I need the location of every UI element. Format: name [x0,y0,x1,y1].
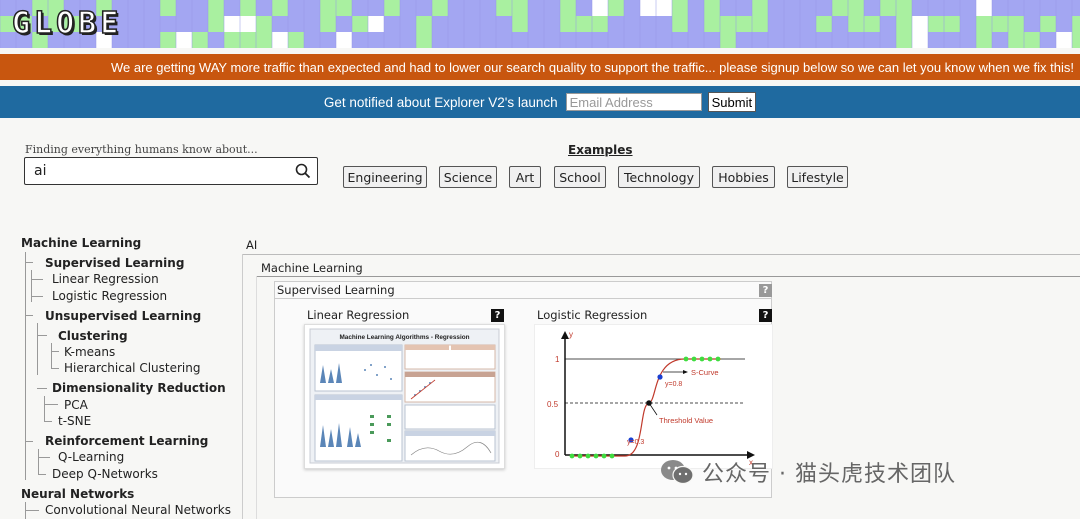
tree-item-k-means[interactable]: K-means [64,345,115,359]
wechat-watermark: 公众号 · 猫头虎技术团队 [660,456,956,488]
logistic-regression-card-image[interactable]: y x 1 0.5 0 y=0.3 y=0.8 S-Curve Threshol… [534,324,773,469]
y08-label: y=0.8 [665,381,682,388]
tree-item-linear-regression[interactable]: Linear Regression [52,272,159,286]
search-hint: Finding everything humans know about... [25,143,258,156]
example-lifestyle-button[interactable]: Lifestyle [787,166,848,188]
notify-text: Get notified about Explorer V2's launch [323,94,558,110]
y03-label: y=0.3 [627,439,644,446]
search-value[interactable]: ai [34,163,295,179]
example-school-button[interactable]: School [554,166,606,188]
wechat-icon [661,460,694,485]
root-divider [242,254,1080,255]
threshold-label: Threshold Value [659,416,713,425]
email-input[interactable] [565,93,702,111]
search-icon[interactable] [295,163,311,179]
tree-item-neural-networks[interactable]: Neural Networks [21,487,134,501]
tree-item-hierarchical-clustering[interactable]: Hierarchical Clustering [64,361,200,375]
watermark-text: 公众号 · 猫头虎技术团队 [702,462,956,487]
tree-item-dimensionality-reduction[interactable]: Dimensionality Reduction [52,381,226,395]
infographic-title: Machine Learning Algorithms - Regression [339,334,469,341]
linear-regression-card-image[interactable]: Machine Learning Algorithms - Regression [304,324,505,469]
y-axis-label: y [569,330,573,339]
tree-item-deep-q-networks[interactable]: Deep Q-Networks [52,467,158,481]
tree-item-clustering[interactable]: Clustering [58,329,128,343]
example-engineering-button[interactable]: Engineering [343,166,427,188]
card-title-linear-regression[interactable]: Linear Regression [307,308,409,322]
tree-item-reinforcement-learning[interactable]: Reinforcement Learning [45,434,208,448]
example-science-button[interactable]: Science [439,166,497,188]
tree-item-unsupervised-learning[interactable]: Unsupervised Learning [45,309,201,323]
example-hobbies-button[interactable]: Hobbies [712,166,775,188]
linear-help-icon[interactable]: ? [491,309,504,322]
tree-item-t-sne[interactable]: t-SNE [58,414,91,428]
examples-title: Examples [568,143,633,157]
submit-button[interactable]: Submit [707,92,757,112]
tree-item-q-learning[interactable]: Q-Learning [58,450,124,464]
site-logo[interactable]: GLOBE [11,5,122,42]
header-banner: GLOBE [0,0,1080,48]
root-topic-label[interactable]: AI [246,238,257,252]
section-help-icon[interactable]: ? [759,284,772,297]
tree-item-pca[interactable]: PCA [64,398,88,412]
level1-topic-label[interactable]: Machine Learning [261,261,363,275]
pixel-pattern [0,0,1080,48]
tree-item-supervised-learning[interactable]: Supervised Learning [45,256,184,270]
example-art-button[interactable]: Art [509,166,541,188]
search-input[interactable]: ai [24,157,318,185]
tick-05: 0.5 [547,400,559,409]
tree-item-convolutional-neural-networks[interactable]: Convolutional Neural Networks [45,503,231,517]
traffic-warning-bar: We are getting WAY more traffic than exp… [0,54,1080,80]
tree-item-machine-learning[interactable]: Machine Learning [21,236,141,250]
regression-infographic: Machine Learning Algorithms - Regression [309,328,500,464]
level1-divider [256,276,1080,277]
tree-item-logistic-regression[interactable]: Logistic Regression [52,289,167,303]
logistic-help-icon[interactable]: ? [759,309,772,322]
tick-1: 1 [555,355,560,364]
logistic-curve-diagram: y x 1 0.5 0 y=0.3 y=0.8 S-Curve Threshol… [547,330,755,467]
card-title-logistic-regression[interactable]: Logistic Regression [537,308,647,322]
notify-bar: Get notified about Explorer V2's launch … [0,86,1080,118]
level2-topic-label[interactable]: Supervised Learning [277,283,395,297]
example-technology-button[interactable]: Technology [618,166,700,188]
s-curve-label: S-Curve [691,368,719,377]
traffic-warning-text: We are getting WAY more traffic than exp… [110,59,1074,75]
tick-0: 0 [555,450,560,459]
